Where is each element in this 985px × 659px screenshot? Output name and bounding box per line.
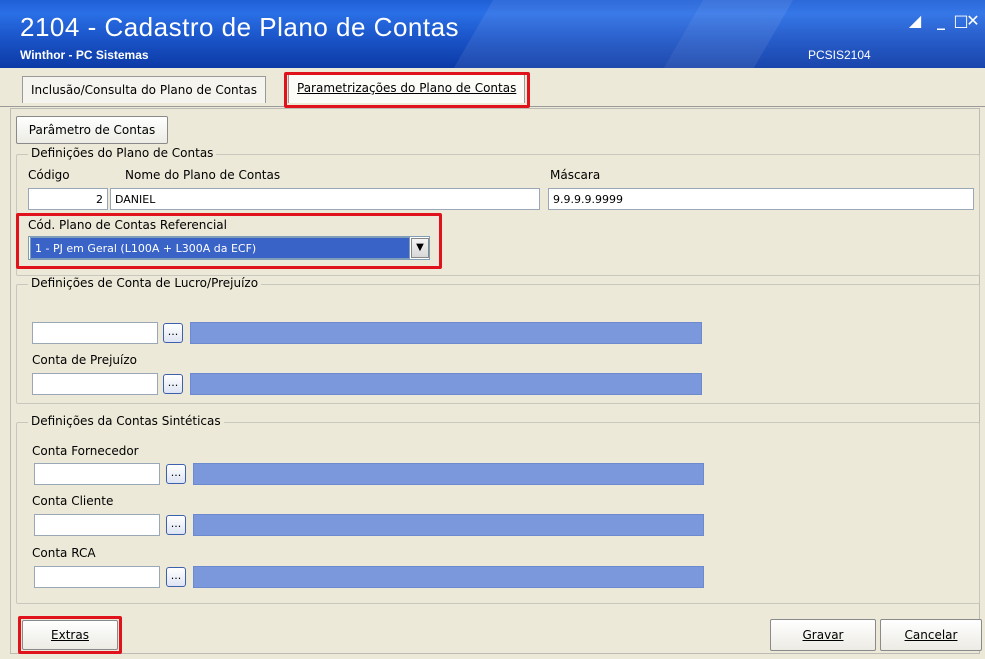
- conta-lucro-description: [190, 322, 702, 344]
- conta-fornecedor-lookup-button[interactable]: ...: [166, 464, 186, 484]
- parametro-contas-button[interactable]: Parâmetro de Contas: [16, 116, 168, 144]
- highlight-box-extras: [18, 616, 122, 654]
- fornecedor-label: Conta Fornecedor: [32, 444, 139, 458]
- cliente-label: Conta Cliente: [32, 494, 114, 508]
- conta-cliente-field[interactable]: [34, 514, 160, 536]
- conta-rca-description: [193, 566, 704, 588]
- codigo-field[interactable]: 2: [28, 188, 108, 210]
- codigo-label: Código: [28, 168, 70, 182]
- conta-lucro-field[interactable]: [32, 322, 158, 344]
- cancelar-button-label: Cancelar: [904, 628, 958, 642]
- conta-cliente-description: [193, 514, 704, 536]
- nome-field[interactable]: DANIEL: [110, 188, 540, 210]
- mascara-label: Máscara: [550, 168, 601, 182]
- gravar-button[interactable]: Gravar: [770, 619, 876, 651]
- conta-fornecedor-description: [193, 463, 704, 485]
- prejuizo-label: Conta de Prejuízo: [32, 353, 138, 367]
- conta-cliente-lookup-button[interactable]: ...: [166, 515, 186, 535]
- nome-label: Nome do Plano de Contas: [125, 168, 281, 182]
- restore-icon[interactable]: ◢: [904, 10, 926, 32]
- plano-group-label: Definições do Plano de Contas: [28, 146, 217, 160]
- mascara-field[interactable]: 9.9.9.9.9999: [548, 188, 974, 210]
- conta-prejuizo-description: [190, 373, 702, 395]
- highlight-box-tab: [284, 72, 530, 108]
- highlight-box-referencial: [16, 213, 442, 269]
- close-icon[interactable]: ✕: [962, 10, 984, 32]
- sinteticas-group-label: Definições da Contas Sintéticas: [28, 414, 224, 428]
- title-bar[interactable]: 2104 - Cadastro de Plano de Contas Winth…: [0, 0, 985, 68]
- cancelar-button[interactable]: Cancelar: [880, 619, 982, 651]
- application-window: 2104 - Cadastro de Plano de Contas Winth…: [0, 0, 985, 659]
- gravar-button-label: Gravar: [802, 628, 844, 642]
- window-title: 2104 - Cadastro de Plano de Contas: [20, 12, 460, 42]
- rca-label: Conta RCA: [32, 546, 96, 560]
- conta-prejuizo-field[interactable]: [32, 373, 158, 395]
- lucro-group-label: Definições de Conta de Lucro/Prejuízo: [28, 276, 262, 290]
- conta-prejuizo-lookup-button[interactable]: ...: [163, 374, 183, 394]
- program-code: PCSIS2104: [808, 48, 871, 62]
- conta-fornecedor-field[interactable]: [34, 463, 160, 485]
- conta-lucro-lookup-button[interactable]: ...: [163, 323, 183, 343]
- conta-rca-field[interactable]: [34, 566, 160, 588]
- minimize-icon[interactable]: _: [930, 10, 952, 32]
- tab-inclusao-consulta[interactable]: Inclusão/Consulta do Plano de Contas: [22, 76, 266, 103]
- window-subtitle: Winthor - PC Sistemas: [20, 48, 149, 62]
- conta-rca-lookup-button[interactable]: ...: [166, 567, 186, 587]
